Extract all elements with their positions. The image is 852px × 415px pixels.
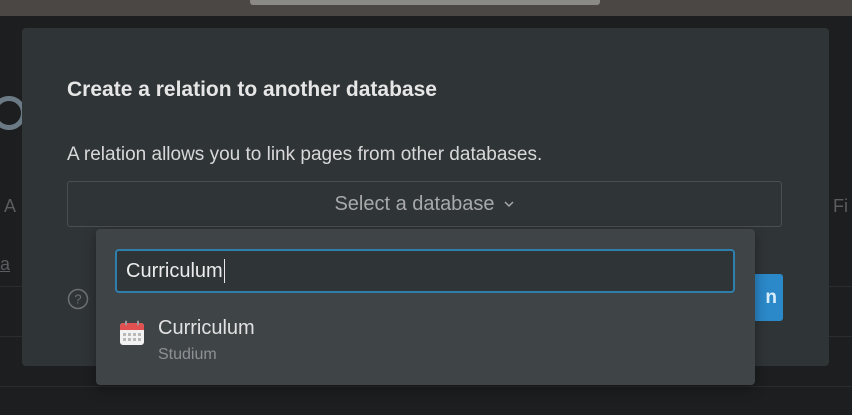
result-subtitle: Studium xyxy=(158,346,217,363)
question-circle-icon[interactable]: ? xyxy=(67,288,89,310)
text-caret xyxy=(223,259,225,283)
database-result-item[interactable]: Curriculum Studium xyxy=(115,311,735,371)
background-text: A xyxy=(4,196,17,216)
result-title: Curriculum xyxy=(158,317,255,339)
create-relation-button-label: n xyxy=(765,286,777,308)
database-select-label: Select a database xyxy=(334,192,495,215)
database-select[interactable]: Select a database xyxy=(67,181,782,227)
background-cover-image xyxy=(250,0,600,5)
background-text: a xyxy=(0,254,11,274)
background-text: Fi xyxy=(833,196,848,216)
svg-text:?: ? xyxy=(74,292,81,307)
background-divider xyxy=(0,386,852,387)
chevron-down-icon xyxy=(504,201,514,208)
modal-title: Create a relation to another database xyxy=(67,78,437,101)
search-input-value: Curriculum xyxy=(126,259,223,282)
database-dropdown: Curriculum Curriculum Studium xyxy=(96,229,755,385)
modal-description: A relation allows you to link pages from… xyxy=(67,144,543,165)
calendar-icon xyxy=(120,320,144,345)
database-search-input[interactable]: Curriculum xyxy=(115,249,735,293)
